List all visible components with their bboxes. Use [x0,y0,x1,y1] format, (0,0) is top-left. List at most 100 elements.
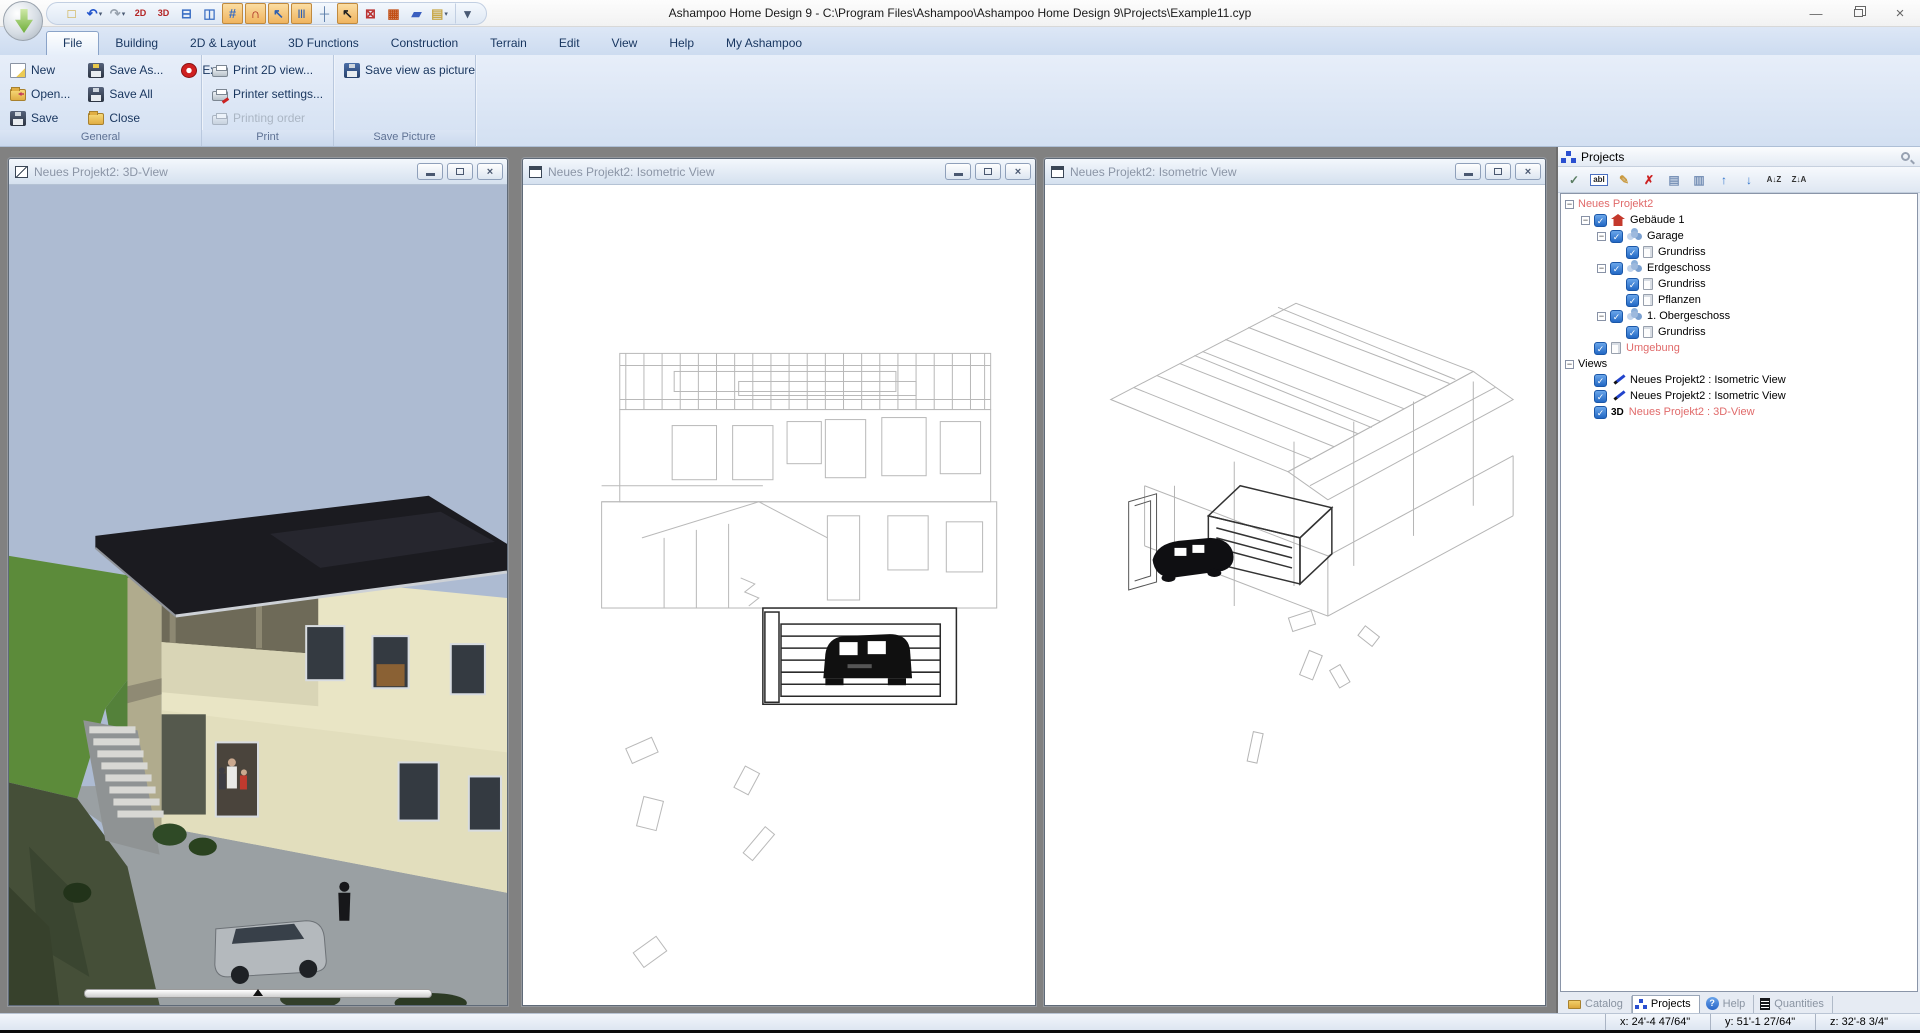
mdi-window-isometric-2[interactable]: Neues Projekt2: Isometric View × [1044,158,1546,1006]
ribbon-button[interactable]: Open... [8,86,76,102]
mdi-title-bar[interactable]: Neues Projekt2: Isometric View × [523,159,1035,185]
mdi-title-bar[interactable]: Neues Projekt2: 3D-View × [9,159,507,185]
redo-icon[interactable]: ↷ [107,3,128,24]
roof-texture-icon[interactable]: ▦ [383,3,404,24]
visibility-checkbox[interactable] [1626,326,1639,339]
2d-view-icon[interactable]: 2D [130,3,151,24]
visibility-checkbox[interactable] [1610,230,1623,243]
copy-pages-icon[interactable]: ▤ [429,3,450,24]
copy-icon[interactable]: ▤ [1664,170,1684,190]
move-down-icon[interactable]: ↓ [1739,170,1759,190]
tree-row[interactable]: Grundriss [1561,276,1917,292]
tree-row[interactable]: Umgebung [1561,340,1917,356]
visibility-checkbox[interactable] [1594,406,1607,419]
ribbon-button[interactable]: Save [8,110,76,127]
ribbon-button[interactable]: New [8,62,76,79]
tree-row[interactable]: Neues Projekt2 : 3D-View [1561,404,1917,420]
3d-view-icon[interactable]: 3D [153,3,174,24]
expand-collapse-icon[interactable] [1597,232,1606,241]
expand-collapse-icon[interactable] [1597,312,1606,321]
menu-tab[interactable]: View [596,32,654,55]
3d-render-viewport[interactable] [9,185,507,1005]
visibility-checkbox[interactable] [1610,310,1623,323]
walk-height-slider[interactable] [84,989,433,998]
menu-tab[interactable]: 3D Functions [272,32,375,55]
sort-za-icon[interactable]: Z↓A [1789,170,1809,190]
ribbon-button[interactable]: Save As... [86,62,169,79]
menu-tab[interactable]: Edit [543,32,596,55]
apply-check-icon[interactable]: ✓ [1564,170,1584,190]
restore-icon[interactable] [1485,163,1511,180]
visibility-checkbox[interactable] [1594,390,1607,403]
select-cursor-icon[interactable]: ↖ [337,3,358,24]
undo-icon[interactable]: ↶ [84,3,105,24]
tree-row[interactable]: Gebäude 1 [1561,212,1917,228]
tree-row[interactable]: 1. Obergeschoss [1561,308,1917,324]
rename-abl-icon[interactable]: abl [1589,170,1609,190]
menu-tab[interactable]: File [46,31,99,55]
mdi-window-3d-view[interactable]: Neues Projekt2: 3D-View × [8,158,508,1006]
visibility-checkbox[interactable] [1594,214,1607,227]
select-rays-icon[interactable]: ↖ [268,3,289,24]
tree-row[interactable]: Erdgeschoss [1561,260,1917,276]
guide-lines-icon[interactable]: ||| [291,3,312,24]
tree-row[interactable]: Views [1561,356,1917,372]
menu-tab[interactable]: Terrain [474,32,543,55]
expand-collapse-icon[interactable] [1581,216,1590,225]
menu-tab[interactable]: Building [99,32,174,55]
duplicate-icon[interactable]: ▥ [1689,170,1709,190]
minimize-icon[interactable]: — [1802,3,1830,23]
export-view-icon[interactable]: ⊠ [360,3,381,24]
visibility-checkbox[interactable] [1626,294,1639,307]
expand-collapse-icon[interactable] [1597,264,1606,273]
visibility-checkbox[interactable] [1626,278,1639,291]
restore-icon[interactable] [1844,3,1872,23]
grid-icon[interactable]: # [222,3,243,24]
tree-row[interactable]: Grundriss [1561,324,1917,340]
mdi-title-bar[interactable]: Neues Projekt2: Isometric View × [1045,159,1545,185]
axis-cross-icon[interactable]: ┼ [314,3,335,24]
split-vertical-icon[interactable]: ◫ [199,3,220,24]
minimize-icon[interactable] [945,163,971,180]
edit-properties-icon[interactable]: ✎ [1614,170,1634,190]
ribbon-button[interactable]: Printing order [210,110,329,126]
ribbon-button[interactable]: Save view as picture [342,62,481,79]
close-icon[interactable]: × [1886,3,1914,23]
move-up-icon[interactable]: ↑ [1714,170,1734,190]
plane-tool-icon[interactable]: ▰ [406,3,427,24]
visibility-checkbox[interactable] [1626,246,1639,259]
new-2d-plan-icon[interactable]: □ [61,3,82,24]
qat-customize-icon[interactable]: ▾ [455,3,476,24]
panel-tab[interactable]: Catalog [1562,996,1632,1013]
tree-row[interactable]: Pflanzen [1561,292,1917,308]
tree-row[interactable]: Neues Projekt2 [1561,196,1917,212]
wireframe-viewport[interactable] [523,185,1035,1005]
panel-tab[interactable]: Help [1700,995,1755,1013]
visibility-checkbox[interactable] [1594,342,1607,355]
visibility-checkbox[interactable] [1594,374,1607,387]
app-logo-icon[interactable] [3,1,43,41]
restore-icon[interactable] [447,163,473,180]
menu-tab[interactable]: My Ashampoo [710,32,818,55]
tree-row[interactable]: Neues Projekt2 : Isometric View [1561,388,1917,404]
tree-row[interactable]: Garage [1561,228,1917,244]
search-icon[interactable] [1901,152,1910,161]
ribbon-button[interactable]: Print 2D view... [210,62,329,78]
minimize-icon[interactable] [1455,163,1481,180]
minimize-icon[interactable] [417,163,443,180]
ribbon-button[interactable]: Close [86,110,169,126]
ribbon-button[interactable]: Save All [86,86,169,103]
panel-tab[interactable]: Projects [1632,995,1700,1013]
mdi-window-isometric-1[interactable]: Neues Projekt2: Isometric View × [522,158,1036,1006]
expand-collapse-icon[interactable] [1565,200,1574,209]
expand-collapse-icon[interactable] [1565,360,1574,369]
close-icon[interactable]: × [477,163,503,180]
close-icon[interactable]: × [1515,163,1541,180]
visibility-checkbox[interactable] [1610,262,1623,275]
menu-tab[interactable]: 2D & Layout [174,32,272,55]
ribbon-button[interactable]: Printer settings... [210,86,329,102]
close-icon[interactable]: × [1005,163,1031,180]
menu-tab[interactable]: Help [653,32,710,55]
split-horizontal-icon[interactable]: ⊟ [176,3,197,24]
wireframe-viewport[interactable] [1045,185,1545,1005]
